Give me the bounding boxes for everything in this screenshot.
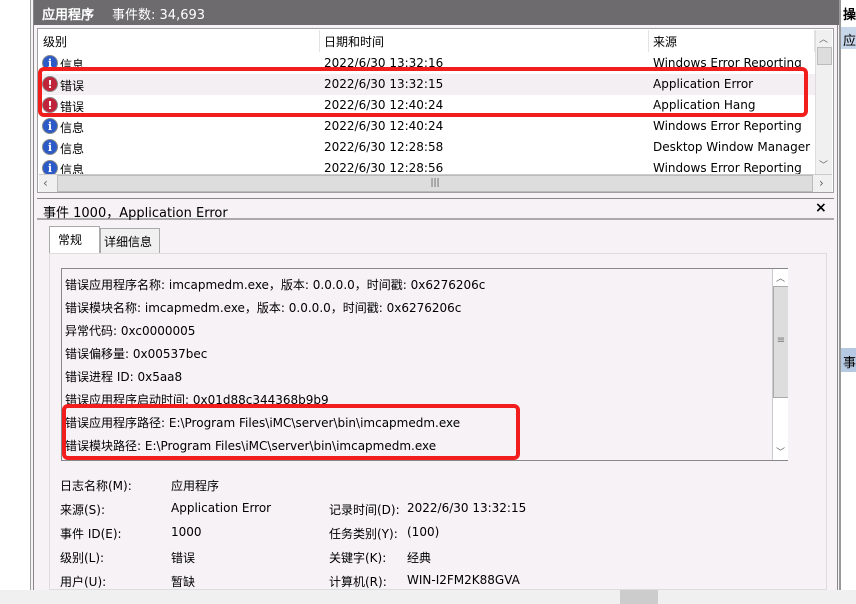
description-line: 错误偏移量: 0x00537bec: [65, 347, 208, 361]
actions-header: 操: [843, 8, 856, 23]
task-value: (100): [407, 525, 440, 539]
scroll-down-icon[interactable]: ﹀: [776, 445, 785, 458]
row-datetime: 2022/6/30 12:28:56: [324, 161, 444, 175]
hscroll-thumb[interactable]: |||: [57, 175, 813, 192]
event-id-value: 1000: [171, 525, 202, 539]
close-icon[interactable]: ×: [815, 200, 827, 216]
log-name-value: 应用程序: [171, 479, 220, 493]
row-source: Windows Error Reporting: [653, 119, 802, 133]
row-level: 信息: [60, 142, 85, 156]
row-level: 信息: [60, 121, 85, 135]
row-source: Windows Error Reporting: [653, 161, 802, 175]
event-detail-pane: 事件 1000，Application Error × 常规 详细信息 错误应用…: [37, 198, 834, 590]
info-icon: i: [42, 139, 58, 155]
column-header-level[interactable]: 级别: [39, 30, 320, 52]
log-name: 应用程序: [42, 8, 95, 23]
scroll-up-icon[interactable]: ︿: [776, 271, 785, 284]
scroll-right-icon[interactable]: ›: [819, 176, 824, 190]
tab-details[interactable]: 详细信息: [100, 228, 160, 253]
event-count: 事件数: 34,693: [112, 8, 206, 23]
event-row[interactable]: i 信息 2022/6/30 12:40:24 Windows Error Re…: [39, 116, 815, 137]
row-datetime: 2022/6/30 12:40:24: [324, 119, 444, 133]
description-scrollbar[interactable]: ︿ ≡ ﹀: [772, 269, 788, 460]
description-line: 错误模块名称: imcapmedm.exe，版本: 0.0.0.0，时间戳: 0…: [65, 301, 462, 315]
keywords-label: 关键字(K):: [329, 551, 387, 565]
scroll-thumb[interactable]: [817, 47, 832, 65]
scroll-thumb[interactable]: ≡: [773, 286, 788, 398]
logged-label: 记录时间(D):: [329, 503, 400, 517]
log-header: 应用程序 事件数: 34,693: [34, 0, 839, 25]
description-line: 错误应用程序名称: imcapmedm.exe，版本: 0.0.0.0，时间戳:…: [65, 278, 486, 292]
event-detail-title: 事件 1000，Application Error: [37, 198, 834, 221]
source-value: Application Error: [171, 501, 272, 515]
source-label: 来源(S):: [60, 503, 106, 517]
row-source: Desktop Window Manager: [653, 140, 811, 154]
scroll-left-icon[interactable]: ‹: [43, 176, 48, 190]
computer-value: WIN-I2FM2K88GVA: [407, 573, 520, 587]
scroll-up-icon[interactable]: ︿: [819, 32, 828, 45]
event-log-pane: 应用程序 事件数: 34,693 级别 日期和时间 来源 i 信息 2022/6/…: [33, 0, 839, 590]
highlight-box-errors: [38, 67, 808, 117]
event-row[interactable]: i 信息 2022/6/30 12:28:58 Desktop Window M…: [39, 137, 815, 158]
scroll-down-icon[interactable]: ﹀: [819, 158, 828, 171]
tab-general[interactable]: 常规: [49, 226, 100, 254]
user-value: 暂缺: [171, 575, 196, 589]
event-id-label: 事件 ID(E):: [60, 527, 122, 541]
computer-label: 计算机(R):: [329, 575, 387, 589]
column-header-datetime[interactable]: 日期和时间: [320, 30, 649, 52]
row-datetime: 2022/6/30 12:28:58: [324, 140, 444, 154]
horizontal-scrollbar[interactable]: ‹ ||| ›: [39, 174, 832, 192]
description-line: 异常代码: 0xc0000005: [65, 324, 196, 338]
log-name-label: 日志名称(M):: [60, 479, 132, 493]
level-label: 级别(L):: [60, 551, 105, 565]
status-bar: [0, 590, 856, 604]
action-item-selected[interactable]: 应: [841, 27, 856, 49]
info-icon: i: [42, 118, 58, 134]
actions-pane: 操 应 事: [839, 0, 856, 590]
highlight-box-paths: [62, 404, 520, 460]
navigation-pane: [0, 0, 31, 590]
action-section-event[interactable]: 事: [841, 348, 856, 372]
level-value: 错误: [171, 551, 196, 565]
keywords-value: 经典: [407, 551, 432, 565]
logged-value: 2022/6/30 13:32:15: [407, 501, 527, 515]
column-header-source[interactable]: 来源: [649, 30, 815, 52]
description-line: 错误进程 ID: 0x5aa8: [65, 370, 183, 384]
task-label: 任务类别(Y):: [329, 527, 398, 541]
vertical-scrollbar[interactable]: ︿ ﹀: [815, 30, 832, 174]
user-label: 用户(U):: [60, 575, 107, 589]
